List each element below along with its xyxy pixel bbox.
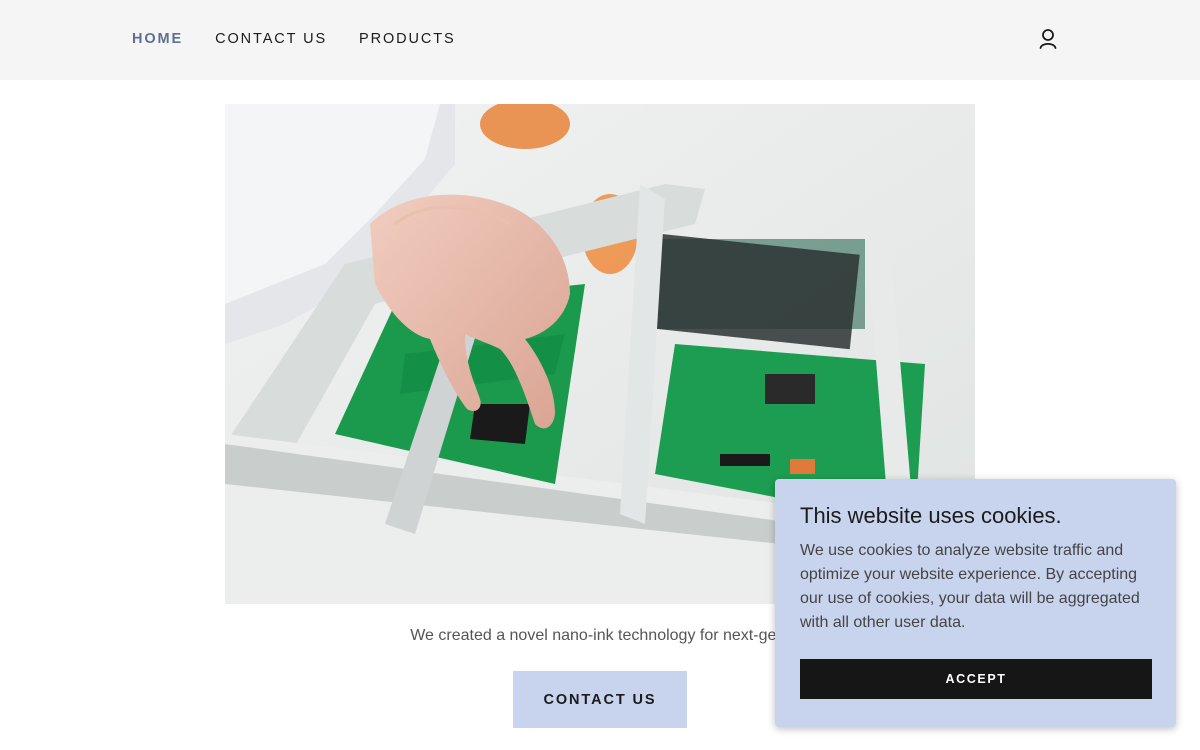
accept-cookies-button[interactable]: ACCEPT [800, 659, 1152, 699]
cookie-body: We use cookies to analyze website traffi… [800, 542, 1140, 631]
user-icon[interactable] [1036, 27, 1060, 51]
cookie-banner: This website uses cookies. We use cookie… [775, 479, 1176, 727]
nav-contact-us-link[interactable]: CONTACT US [215, 31, 327, 47]
site-header: HOME CONTACT US PRODUCTS [0, 0, 1200, 80]
contact-us-button[interactable]: CONTACT US [513, 671, 687, 728]
nav-home-link[interactable]: HOME [132, 31, 183, 47]
cookie-title: This website uses cookies. [800, 503, 1062, 528]
nav-products-link[interactable]: PRODUCTS [359, 31, 456, 47]
main-nav: HOME CONTACT US PRODUCTS [132, 31, 456, 47]
